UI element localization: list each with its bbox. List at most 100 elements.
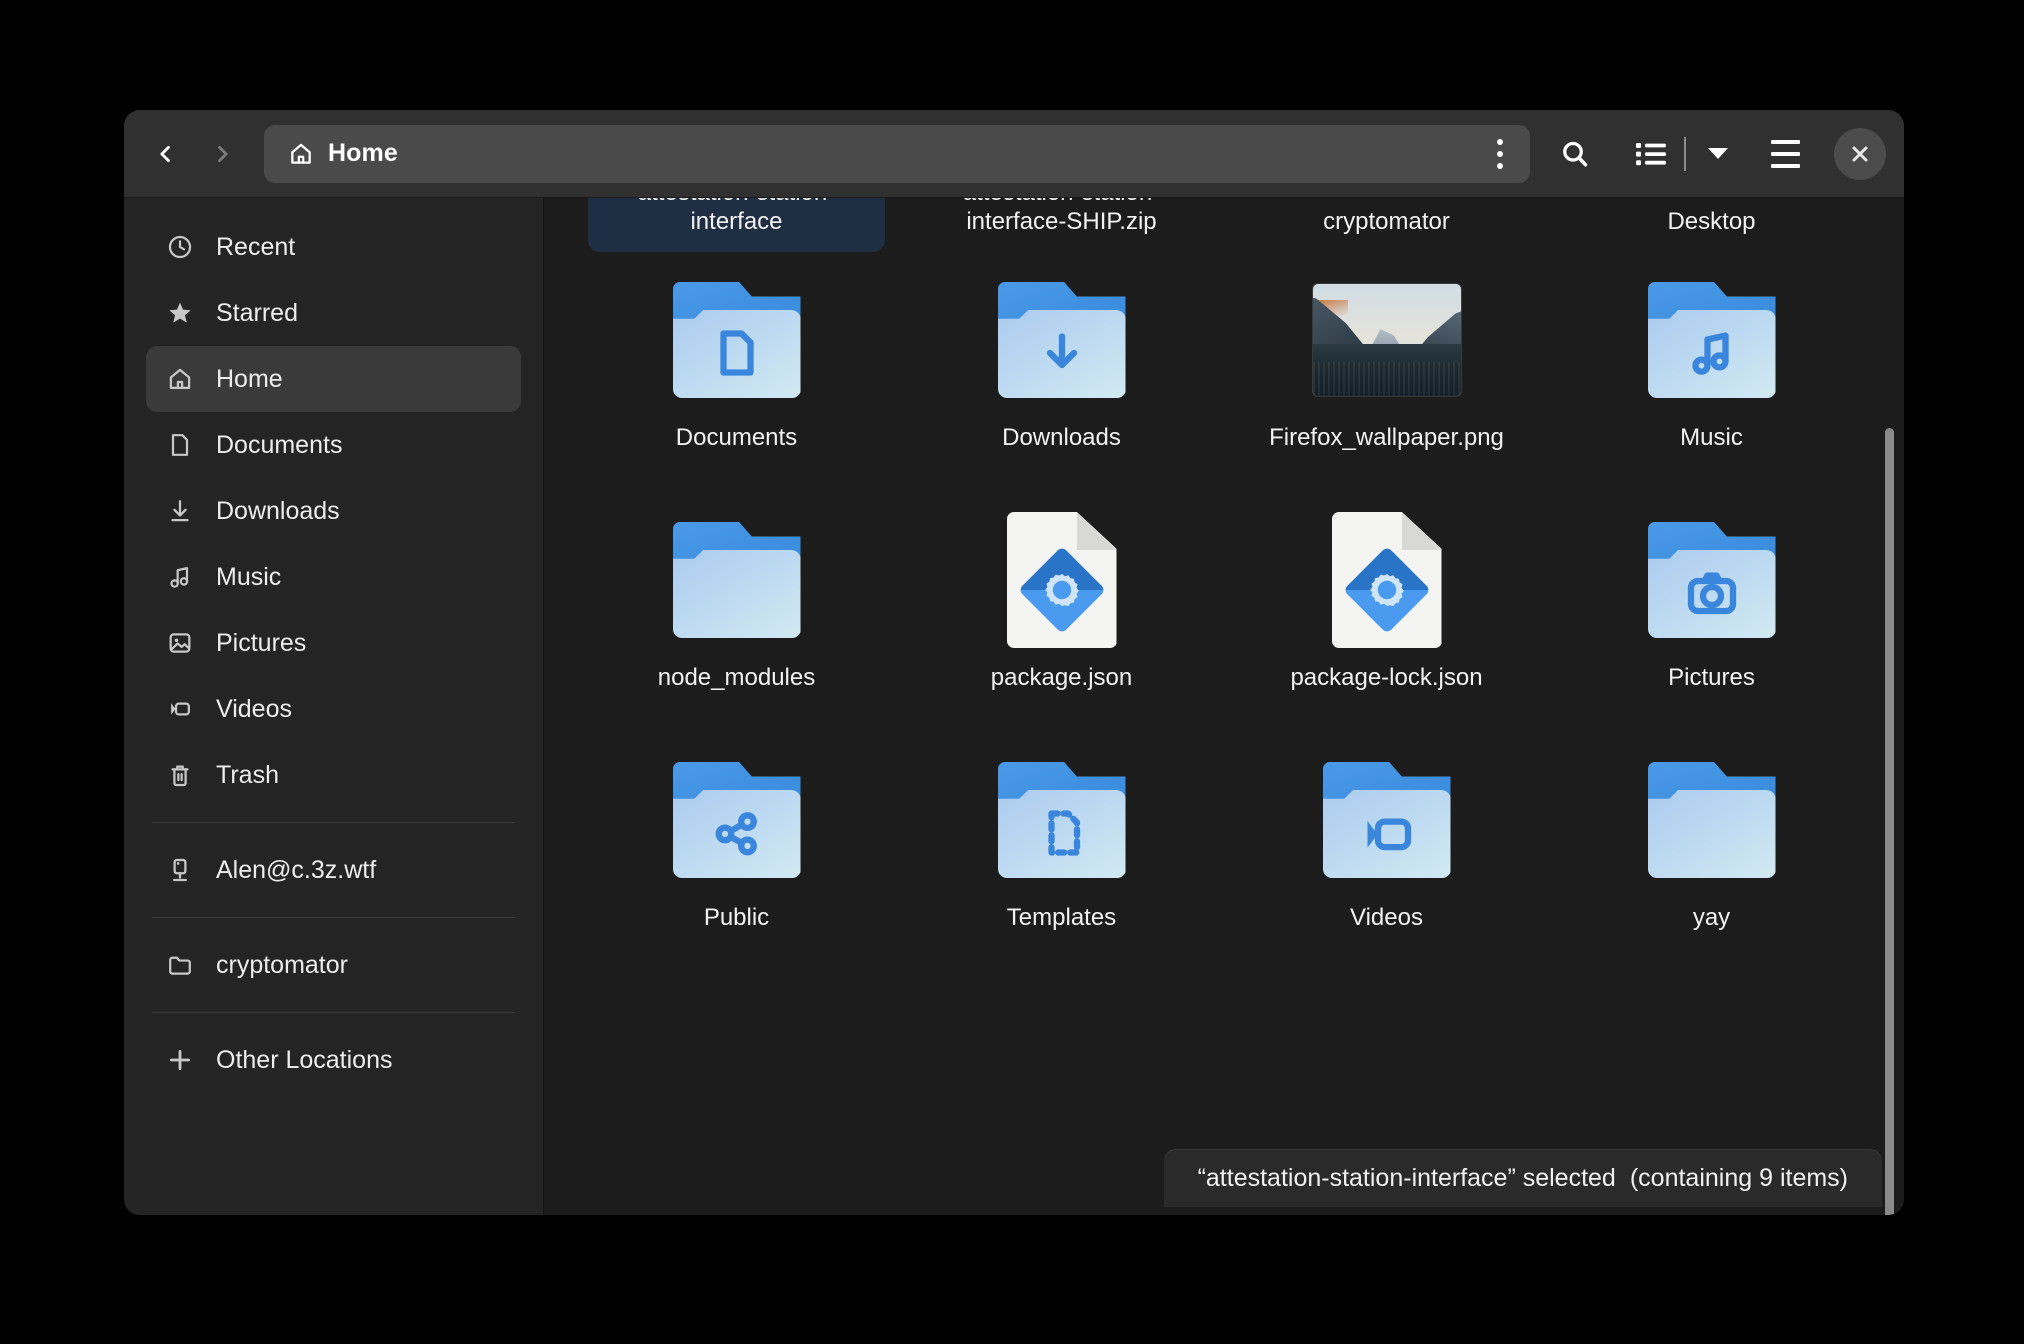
sidebar-item-label: Starred <box>216 298 298 327</box>
folder-icon <box>663 266 811 414</box>
sidebar-item-music[interactable]: Music <box>146 544 521 610</box>
server-icon <box>166 856 194 884</box>
chevron-left-icon <box>160 145 170 162</box>
status-count-text: (containing 9 items) <box>1629 1164 1848 1192</box>
sidebar-item-pictures[interactable]: Pictures <box>146 610 521 676</box>
kebab-dot <box>1497 138 1503 145</box>
sidebar-item-label: Downloads <box>216 496 340 525</box>
sidebar-item-trash[interactable]: Trash <box>146 742 521 808</box>
file-item-label: node_modules <box>657 664 816 691</box>
json-file-icon <box>1313 506 1461 654</box>
folder-icon <box>663 506 811 654</box>
sidebar-item-label: Other Locations <box>216 1045 393 1074</box>
search-icon <box>1563 141 1588 167</box>
home-icon <box>291 143 311 164</box>
file-item[interactable]: node_modules <box>588 492 885 732</box>
trash-icon <box>166 761 194 789</box>
folder-icon <box>988 266 1136 414</box>
forward-button[interactable] <box>194 126 250 182</box>
sidebar-item-label: Trash <box>216 760 279 789</box>
view-separator <box>1684 136 1686 171</box>
back-button[interactable] <box>138 126 194 182</box>
sidebar-item-label: Music <box>216 562 282 591</box>
hamburger-line <box>1770 151 1800 156</box>
hamburger-line <box>1770 139 1800 144</box>
sidebar-item-videos[interactable]: Videos <box>146 676 521 742</box>
sidebar-item-starred[interactable]: Starred <box>146 280 521 346</box>
list-view-button[interactable] <box>1630 125 1672 183</box>
folder-icon <box>1638 506 1786 654</box>
file-item-label: Downloads <box>1002 424 1121 451</box>
close-button[interactable] <box>1834 127 1886 180</box>
hamburger-menu-icon[interactable] <box>1756 125 1814 183</box>
plus-icon <box>166 1046 194 1074</box>
sidebar-item-label: Documents <box>216 430 343 459</box>
sidebar-item-label: Home <box>216 364 283 393</box>
home-icon <box>166 365 194 393</box>
sidebar-item-documents[interactable]: Documents <box>146 412 521 478</box>
sidebar-item-alen-c-3z-wtf[interactable]: Alen@c.3z.wtf <box>146 837 521 903</box>
chevron-right-icon <box>218 145 228 162</box>
file-item[interactable]: Downloads <box>913 252 1210 492</box>
folder-icon <box>663 746 811 894</box>
file-item[interactable]: Videos <box>1238 732 1535 972</box>
sidebar-item-label: cryptomator <box>216 950 348 979</box>
file-item[interactable]: Pictures <box>1563 492 1860 732</box>
file-item[interactable]: package.json <box>913 492 1210 732</box>
file-item[interactable]: package-lock.json <box>1238 492 1535 732</box>
sidebar-separator <box>152 822 515 823</box>
sidebar-item-label: Alen@c.3z.wtf <box>216 855 377 884</box>
kebab-dot <box>1497 150 1503 157</box>
file-item[interactable]: Firefox_wallpaper.png <box>1238 252 1535 492</box>
folder-icon <box>166 951 194 979</box>
sidebar-item-cryptomator[interactable]: cryptomator <box>146 932 521 998</box>
sidebar-item-downloads[interactable]: Downloads <box>146 478 521 544</box>
picture-icon <box>166 629 194 657</box>
sidebar-separator <box>152 917 515 918</box>
folder-icon <box>1638 746 1786 894</box>
file-item[interactable]: attestation-station-interface-SHIP.zip <box>913 198 1210 252</box>
sidebar-item-home[interactable]: Home <box>146 346 521 412</box>
json-file-icon <box>988 506 1136 654</box>
window-body: Recent Starred Home Documents Downloads Music… <box>124 198 1904 1215</box>
search-button[interactable] <box>1544 125 1606 183</box>
file-item[interactable]: Music <box>1563 252 1860 492</box>
close-icon <box>1852 146 1868 161</box>
path-label: Home <box>328 139 398 167</box>
sidebar-separator <box>152 1012 515 1013</box>
file-item-label: Public <box>703 904 770 931</box>
status-selection-text: “attestation-station-interface” selected <box>1197 1164 1616 1192</box>
view-mode-group <box>1630 125 1738 183</box>
more-options-icon[interactable] <box>1480 131 1520 177</box>
file-item[interactable]: Documents <box>588 252 885 492</box>
sidebar-item-recent[interactable]: Recent <box>146 214 521 280</box>
sidebar-item-other-locations[interactable]: Other Locations <box>146 1027 521 1093</box>
clock-icon <box>166 233 194 261</box>
file-item[interactable]: Public <box>588 732 885 972</box>
file-item-label: Pictures <box>1668 664 1755 691</box>
sidebar-item-label: Pictures <box>216 628 307 657</box>
file-item-label: attestation-station-interface-SHIP.zip <box>963 198 1160 235</box>
path-bar[interactable]: Home <box>264 124 1530 183</box>
file-item-label: package.json <box>990 664 1133 691</box>
vertical-scrollbar[interactable] <box>1885 428 1894 1215</box>
hamburger-line <box>1770 163 1800 168</box>
document-icon <box>166 431 194 459</box>
chevron-down-icon <box>1708 148 1728 159</box>
folder-icon <box>1313 746 1461 894</box>
file-item-label: Videos <box>1350 904 1423 931</box>
file-grid: attestation-station-interface attestation… <box>544 198 1904 972</box>
file-grid-area[interactable]: attestation-station-interface attestation… <box>544 198 1904 1215</box>
status-bar: “attestation-station-interface” selected… <box>1163 1150 1882 1207</box>
file-item-label: cryptomator <box>1323 207 1450 235</box>
file-item[interactable]: attestation-station-interface <box>588 198 885 252</box>
file-item[interactable]: cryptomator <box>1238 198 1535 252</box>
file-item-label: attestation-station-interface <box>638 198 835 235</box>
view-options-dropdown[interactable] <box>1698 125 1738 183</box>
star-icon <box>166 299 194 327</box>
file-item-label: package-lock.json <box>1290 664 1483 691</box>
file-item[interactable]: Desktop <box>1563 198 1860 252</box>
file-item[interactable]: yay <box>1563 732 1860 972</box>
file-item[interactable]: Templates <box>913 732 1210 972</box>
file-item-label: yay <box>1692 904 1731 931</box>
